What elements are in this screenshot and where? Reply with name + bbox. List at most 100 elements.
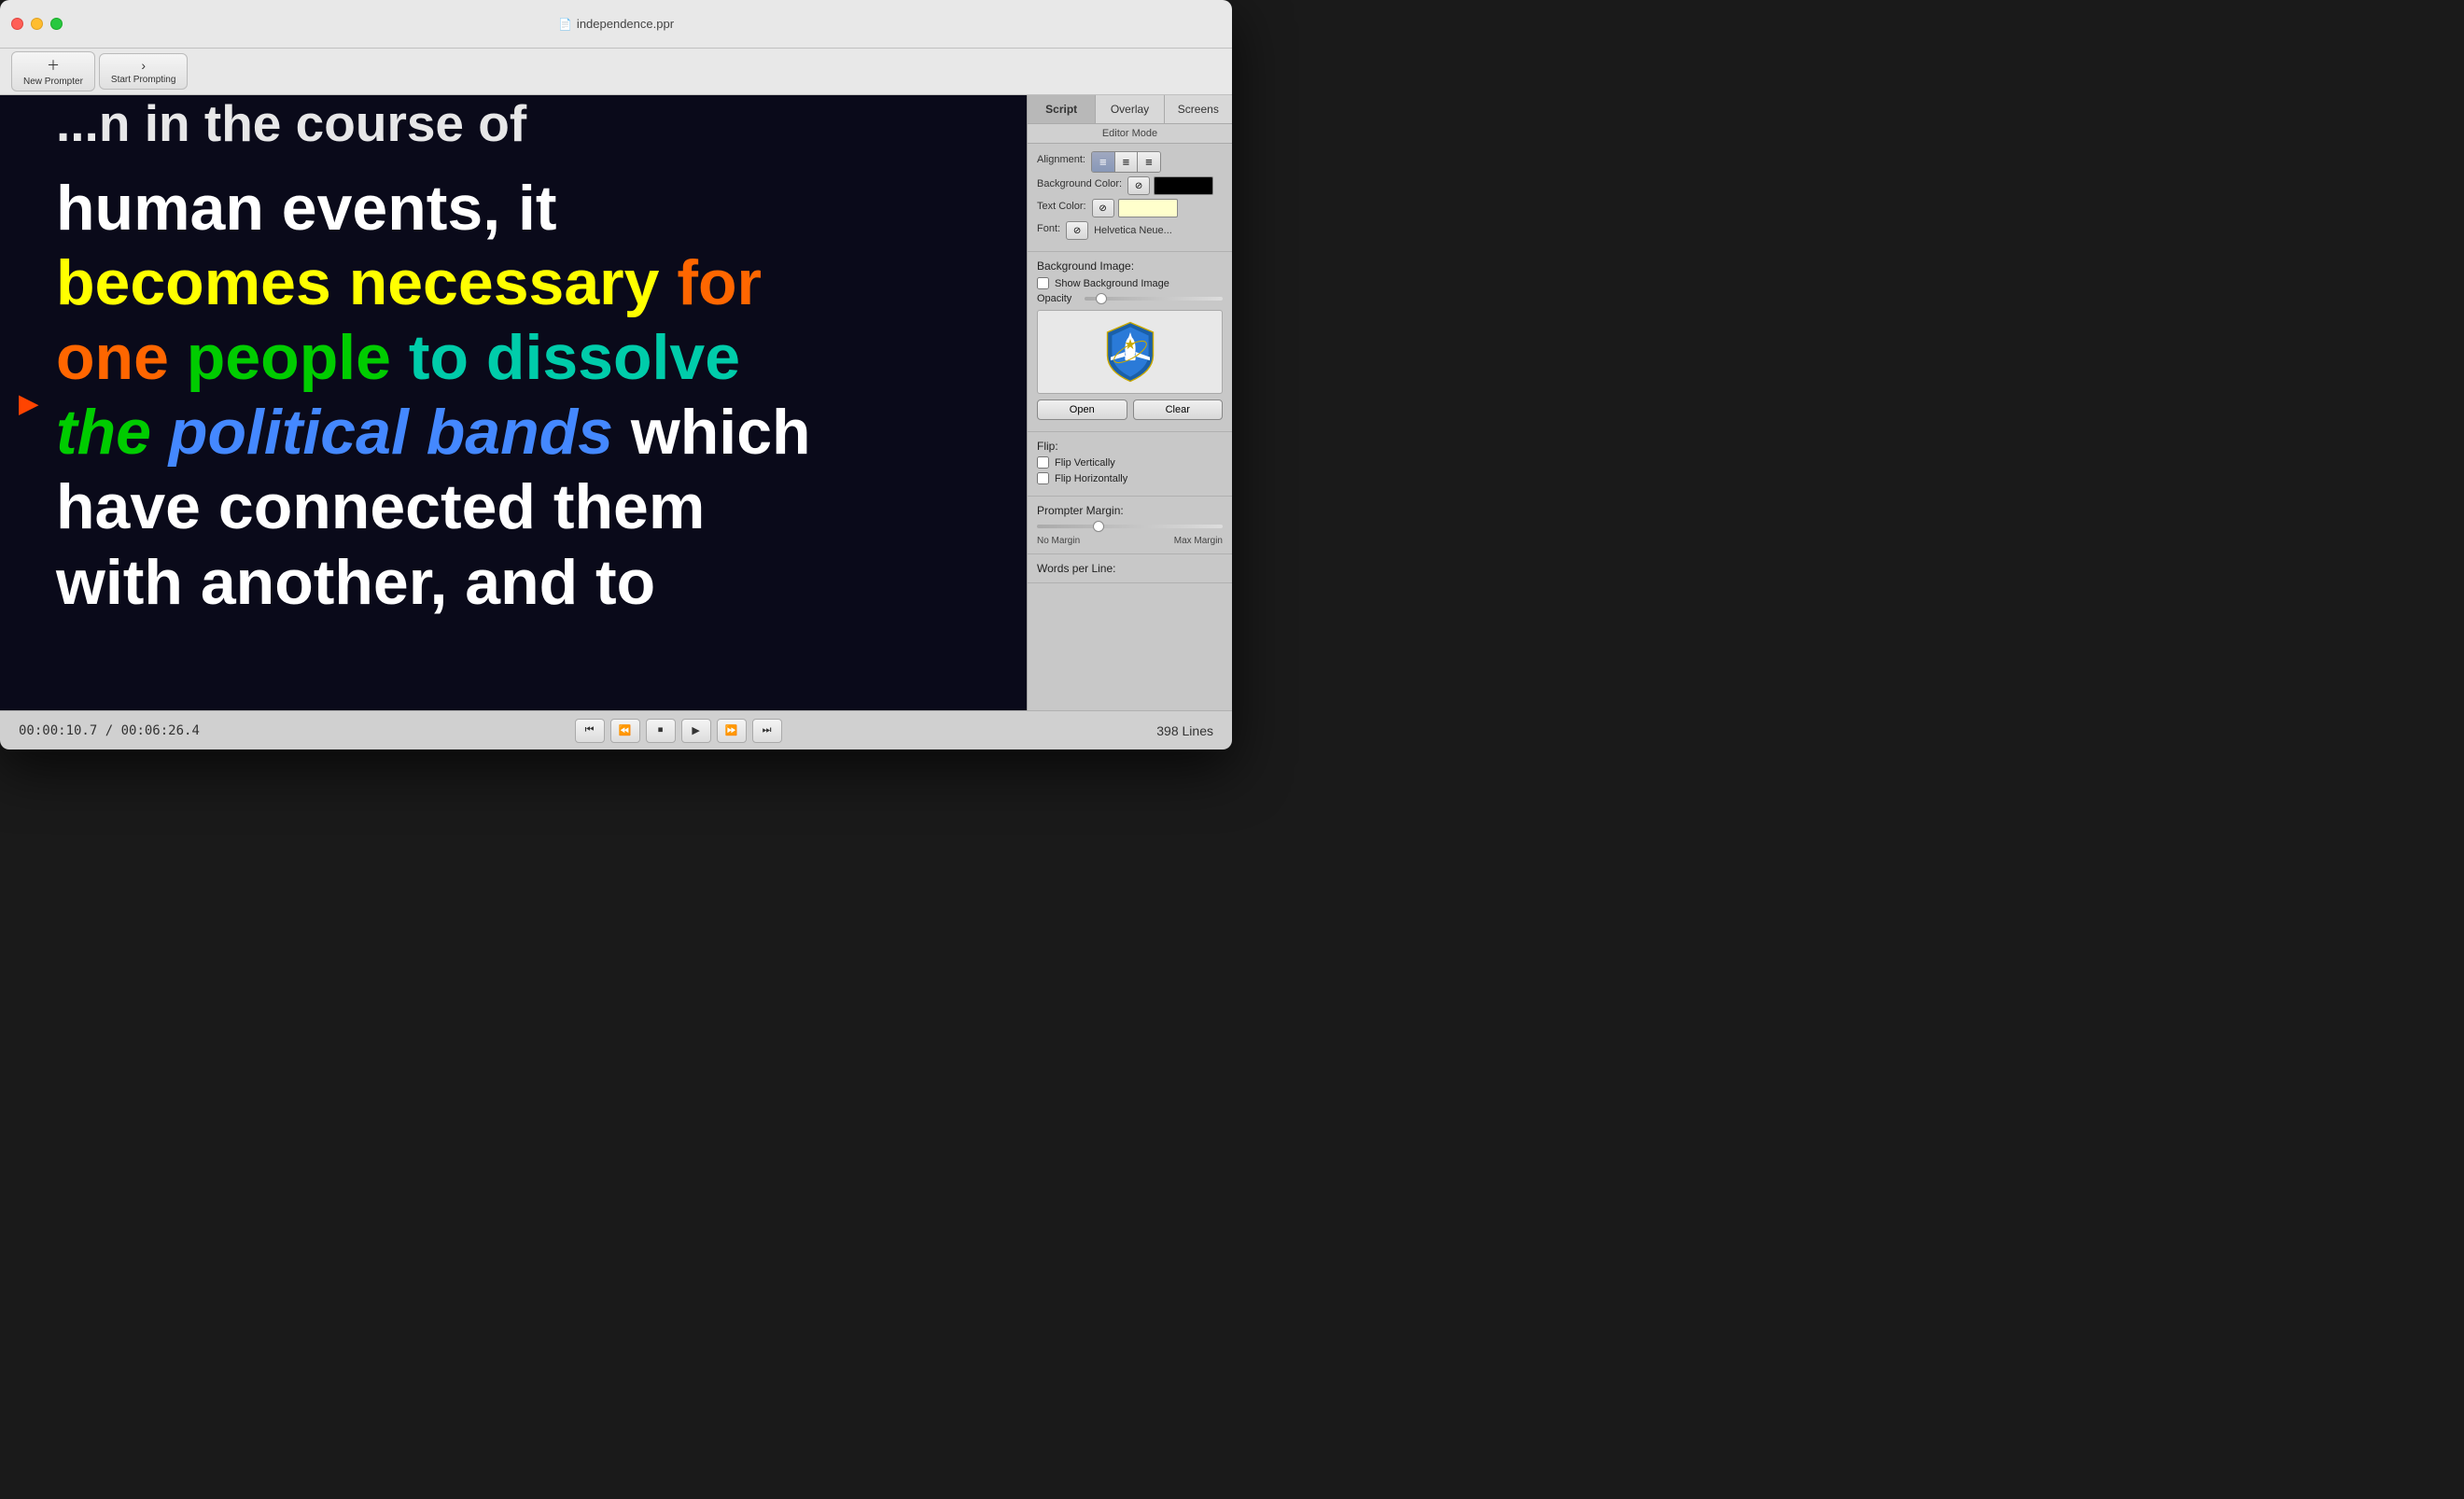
current-time: 00:00:10.7 xyxy=(19,723,97,738)
show-bg-image-checkbox[interactable] xyxy=(1037,277,1049,289)
bg-color-swatch-container: ⊘ xyxy=(1127,176,1213,195)
words-per-line-section: Words per Line: xyxy=(1028,554,1232,583)
skip-to-end-button[interactable]: ⏭ xyxy=(752,719,782,743)
text-line-3: one people to dissolve xyxy=(56,320,989,395)
new-prompter-button[interactable]: ＋ New Prompter xyxy=(11,51,95,91)
flip-horizontally-row: Flip Horizontally xyxy=(1037,472,1223,484)
flip-horizontally-label: Flip Horizontally xyxy=(1055,473,1127,484)
status-bar: 00:00:10.7 / 00:06:26.4 ⏮ ⏪ ⏹ ▶ ⏩ ⏭ 398 … xyxy=(0,710,1232,750)
words-per-line-label: Words per Line: xyxy=(1037,562,1223,575)
flip-vertically-label: Flip Vertically xyxy=(1055,457,1115,469)
right-panel: Script Overlay Screens Editor Mode Align… xyxy=(1027,95,1232,710)
bg-color-label: Background Color: xyxy=(1037,178,1122,189)
opacity-row: Opacity xyxy=(1037,293,1223,304)
image-buttons: Open Clear xyxy=(1037,399,1223,420)
toolbar: ＋ New Prompter › Start Prompting xyxy=(0,49,1232,95)
opacity-slider-track xyxy=(1085,297,1223,301)
margin-slider-container xyxy=(1037,525,1223,528)
text-color-swatch-container: ⊘ xyxy=(1092,199,1178,217)
text-blue-italic-bands: political bands xyxy=(169,397,613,468)
text-yellow-becomes: becomes necessary xyxy=(56,247,659,318)
alignment-row: Alignment: ≡ ≡ ≡ xyxy=(1037,151,1223,173)
font-row: Font: ⊘ Helvetica Neue... xyxy=(1037,221,1223,240)
file-icon: 📄 xyxy=(558,18,572,31)
tab-overlay[interactable]: Overlay xyxy=(1096,95,1164,123)
alignment-section: Alignment: ≡ ≡ ≡ Background Color: ⊘ xyxy=(1028,144,1232,252)
clear-image-button[interactable]: Clear xyxy=(1133,399,1224,420)
text-teal-dissolve: to dissolve xyxy=(391,322,740,393)
text-line-5: have connected them xyxy=(56,469,989,544)
text-white-which: which xyxy=(613,397,811,468)
tab-bar: Script Overlay Screens xyxy=(1028,95,1232,124)
opacity-label: Opacity xyxy=(1037,293,1079,304)
alignment-group: ≡ ≡ ≡ xyxy=(1091,151,1161,173)
tab-screens[interactable]: Screens xyxy=(1165,95,1232,123)
flip-vertically-row: Flip Vertically xyxy=(1037,456,1223,469)
partial-top-text: ...n in the course of xyxy=(0,95,1027,152)
plus-icon: ＋ xyxy=(47,56,60,75)
status-time: 00:00:10.7 / 00:06:26.4 xyxy=(19,723,200,738)
text-color-reset-button[interactable]: ⊘ xyxy=(1092,199,1114,217)
text-line-2: becomes necessary for xyxy=(56,245,989,320)
play-indicator: ▶ xyxy=(19,387,39,418)
align-left-button[interactable]: ≡ xyxy=(1092,152,1115,172)
stop-button[interactable]: ⏹ xyxy=(646,719,676,743)
text-line-1: human events, it xyxy=(56,171,989,245)
show-bg-image-label: Show Background Image xyxy=(1055,278,1169,289)
traffic-lights xyxy=(11,18,63,30)
text-line-6: with another, and to xyxy=(56,545,989,620)
align-center-button[interactable]: ≡ xyxy=(1115,152,1139,172)
fullscreen-button[interactable] xyxy=(50,18,63,30)
arrow-right-icon: › xyxy=(141,58,146,73)
margin-slider-thumb xyxy=(1093,521,1104,532)
time-separator: / xyxy=(105,723,121,738)
editor-mode-bar: Editor Mode xyxy=(1028,124,1232,144)
main-window: 📄 independence.ppr ＋ New Prompter › Star… xyxy=(0,0,1232,750)
font-label: Font: xyxy=(1037,223,1060,234)
text-orange-for: for xyxy=(659,247,762,318)
text-color-swatch[interactable] xyxy=(1118,199,1178,217)
fast-forward-button[interactable]: ⏩ xyxy=(717,719,747,743)
main-content: ▶ ...n in the course of human events, it… xyxy=(0,95,1232,710)
image-preview-inner xyxy=(1057,319,1204,385)
close-button[interactable] xyxy=(11,18,23,30)
flip-vertically-checkbox[interactable] xyxy=(1037,456,1049,469)
margin-labels: No Margin Max Margin xyxy=(1037,536,1223,546)
rewind-button[interactable]: ⏪ xyxy=(610,719,640,743)
play-button[interactable]: ▶ xyxy=(681,719,711,743)
status-lines: 398 Lines xyxy=(1156,723,1213,738)
tab-script[interactable]: Script xyxy=(1028,95,1096,123)
title-bar: 📄 independence.ppr xyxy=(0,0,1232,49)
text-green-italic-the: the xyxy=(56,397,169,468)
bg-color-swatch[interactable] xyxy=(1154,176,1213,195)
prompter-area: ▶ ...n in the course of human events, it… xyxy=(0,95,1027,710)
open-image-button[interactable]: Open xyxy=(1037,399,1127,420)
prompter-margin-section: Prompter Margin: No Margin Max Margin xyxy=(1028,497,1232,554)
text-line-4: the political bands which xyxy=(56,395,989,469)
alignment-label: Alignment: xyxy=(1037,154,1085,165)
bg-image-label: Background Image: xyxy=(1037,259,1223,273)
font-name[interactable]: Helvetica Neue... xyxy=(1094,225,1223,236)
bg-color-reset-button[interactable]: ⊘ xyxy=(1127,176,1150,195)
text-green-people: people xyxy=(187,322,391,393)
skip-to-start-button[interactable]: ⏮ xyxy=(575,719,605,743)
text-color-label: Text Color: xyxy=(1037,201,1086,212)
image-preview xyxy=(1037,310,1223,394)
flip-label: Flip: xyxy=(1037,440,1223,453)
window-title: 📄 independence.ppr xyxy=(558,17,674,31)
prompter-text: human events, it becomes necessary for o… xyxy=(0,152,1027,638)
show-bg-image-row: Show Background Image xyxy=(1037,277,1223,289)
minimize-button[interactable] xyxy=(31,18,43,30)
bg-image-section: Background Image: Show Background Image … xyxy=(1028,252,1232,432)
playback-controls: ⏮ ⏪ ⏹ ▶ ⏩ ⏭ xyxy=(575,719,782,743)
start-prompting-button[interactable]: › Start Prompting xyxy=(99,53,188,90)
bg-color-row: Background Color: ⊘ xyxy=(1037,176,1223,195)
max-margin-label: Max Margin xyxy=(1174,536,1223,546)
text-orange-one: one xyxy=(56,322,187,393)
flip-section: Flip: Flip Vertically Flip Horizontally xyxy=(1028,432,1232,497)
prompter-margin-label: Prompter Margin: xyxy=(1037,504,1223,517)
font-reset-button[interactable]: ⊘ xyxy=(1066,221,1088,240)
flip-horizontally-checkbox[interactable] xyxy=(1037,472,1049,484)
badge-icon xyxy=(1098,319,1163,385)
align-right-button[interactable]: ≡ xyxy=(1138,152,1160,172)
